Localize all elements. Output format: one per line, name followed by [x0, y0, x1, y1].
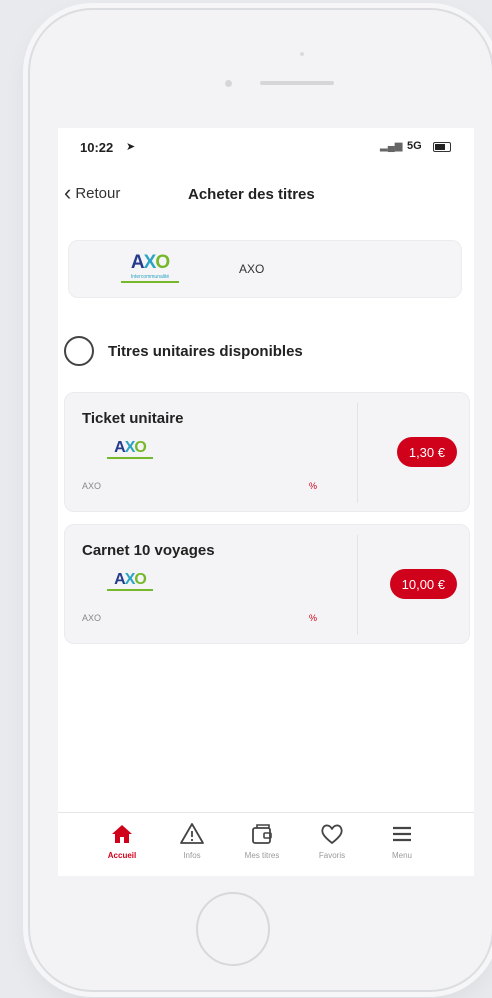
- home-icon: [112, 825, 132, 843]
- ticket-divider: [357, 535, 358, 635]
- app-screen: 10:22 ➤ ▂▄▆ 5G ‹ Retour Acheter des titr…: [58, 128, 474, 876]
- battery-icon: [433, 142, 451, 152]
- back-button[interactable]: ‹ Retour: [64, 180, 121, 205]
- provider-card[interactable]: AXO Intercommunalité AXO: [68, 240, 462, 298]
- home-button[interactable]: [196, 892, 270, 966]
- tab-home[interactable]: Accueil: [92, 821, 152, 860]
- network-label: 5G: [407, 140, 422, 152]
- provider-name: AXO: [239, 262, 265, 276]
- tab-label: Infos: [183, 851, 201, 860]
- status-time: 10:22: [80, 140, 114, 155]
- price-button[interactable]: 1,30 €: [396, 437, 457, 467]
- chevron-left-icon: ‹: [64, 180, 72, 205]
- price-button[interactable]: 10,00 €: [389, 569, 457, 599]
- axo-logo: AXO Intercommunalité: [121, 253, 179, 283]
- speaker-slot: [260, 81, 334, 85]
- percent-icon: %: [309, 613, 318, 623]
- radio-button[interactable]: [64, 336, 94, 366]
- status-bar: 10:22 ➤ ▂▄▆ 5G: [58, 128, 474, 166]
- camera-dot: [300, 52, 304, 56]
- page-title: Acheter des titres: [188, 186, 315, 203]
- tab-label: Mes titres: [244, 851, 280, 860]
- warning-icon: [180, 823, 204, 844]
- section-selector[interactable]: Titres unitaires disponibles: [64, 336, 303, 366]
- wallet-icon: [252, 824, 272, 844]
- tab-menu[interactable]: Menu: [372, 821, 432, 860]
- back-label: Retour: [75, 184, 121, 202]
- section-label: Titres unitaires disponibles: [108, 342, 303, 360]
- percent-icon: %: [309, 481, 318, 491]
- tab-label: Menu: [391, 851, 412, 860]
- axo-logo: AXO: [107, 439, 153, 459]
- tab-mes-titres[interactable]: Mes titres: [232, 821, 292, 860]
- tab-bar: Accueil Infos Mes titres Favoris Menu: [58, 812, 474, 876]
- ticket-card[interactable]: Carnet 10 voyages AXO AXO % 10,00 €: [64, 524, 470, 644]
- heart-icon: [321, 824, 343, 844]
- signal-icon: ▂▄▆: [380, 141, 403, 152]
- location-icon: ➤: [126, 141, 136, 153]
- ticket-card[interactable]: Ticket unitaire AXO AXO % 1,30 €: [64, 392, 470, 512]
- tab-label: Favoris: [318, 851, 346, 860]
- sensor-dot: [225, 80, 232, 87]
- ticket-name: Carnet 10 voyages: [82, 542, 215, 559]
- tab-label: Accueil: [107, 851, 137, 860]
- ticket-name: Ticket unitaire: [82, 410, 184, 427]
- ticket-provider: AXO: [82, 481, 102, 491]
- nav-bar: ‹ Retour Acheter des titres: [58, 174, 474, 214]
- tab-favoris[interactable]: Favoris: [302, 821, 362, 860]
- axo-logo: AXO: [107, 571, 153, 591]
- ticket-provider: AXO: [82, 613, 102, 623]
- menu-icon: [393, 826, 411, 842]
- ticket-divider: [357, 403, 358, 503]
- tab-infos[interactable]: Infos: [162, 821, 222, 860]
